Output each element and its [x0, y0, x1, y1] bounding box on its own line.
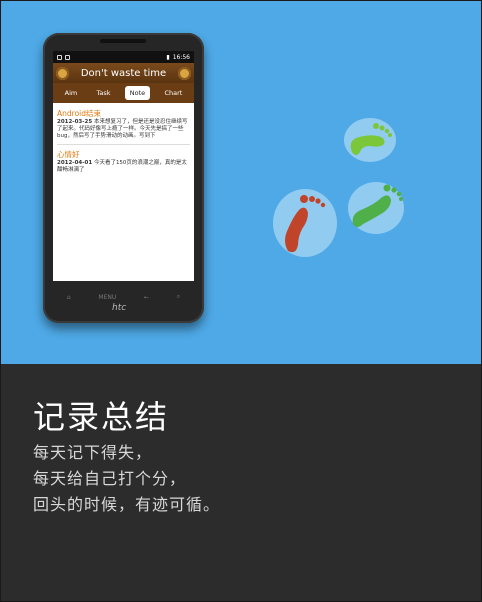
- speaker-grille: [100, 39, 146, 43]
- description-line: 每天记下得失，: [33, 443, 153, 462]
- list-item[interactable]: Android结束 2012-03-25 本来想复习了，但是还是没忍住继续写了起…: [57, 108, 190, 140]
- phone-mockup: ▮ 16:56 Don't waste time Aim Task Note C…: [43, 33, 204, 323]
- signal-icon: ▮: [166, 53, 170, 61]
- description: 每天记下得失， 每天给自己打个分， 回头的时候，有迹可循。: [33, 440, 220, 518]
- phone-screen: ▮ 16:56 Don't waste time Aim Task Note C…: [53, 51, 194, 281]
- status-time: 16:56: [172, 53, 190, 61]
- note-title: 心情好: [57, 150, 80, 159]
- note-body: 2012-04-01 今天看了150页的浪潮之巅，真的是太酣畅淋漓了: [57, 160, 190, 174]
- tab-bar: Aim Task Note Chart: [53, 83, 194, 103]
- description-line: 每天给自己打个分，: [33, 469, 187, 488]
- list-item[interactable]: 心情好 2012-04-01 今天看了150页的浪潮之巅，真的是太酣畅淋漓了: [57, 149, 190, 174]
- phone-brand: htc: [112, 303, 127, 313]
- home-icon[interactable]: ⌂: [67, 294, 71, 301]
- note-title: Android结束: [57, 109, 101, 118]
- divider: [57, 144, 190, 145]
- note-list: Android结束 2012-03-25 本来想复习了，但是还是没忍住继续写了起…: [53, 103, 194, 177]
- notification-icon: [57, 54, 62, 60]
- tab-chart[interactable]: Chart: [159, 86, 187, 100]
- tab-aim[interactable]: Aim: [60, 86, 83, 100]
- tab-note[interactable]: Note: [124, 86, 151, 100]
- app-title: Don't waste time: [80, 67, 167, 79]
- green-footprint-icon: [344, 118, 396, 162]
- app-title-bar: Don't waste time: [53, 63, 194, 83]
- description-line: 回头的时候，有迹可循。: [33, 495, 221, 514]
- note-date: 2012-03-25: [57, 119, 93, 125]
- status-bar: ▮ 16:56: [53, 51, 194, 63]
- headline: 记录总结: [33, 398, 170, 436]
- app-logo-icon[interactable]: [56, 66, 69, 80]
- red-footprint-icon: [273, 189, 337, 257]
- settings-icon[interactable]: [178, 66, 191, 80]
- usb-icon: [65, 54, 70, 60]
- menu-button[interactable]: MENU: [98, 294, 116, 301]
- search-icon[interactable]: ⌕: [177, 293, 180, 301]
- tab-task[interactable]: Task: [91, 86, 115, 100]
- note-body: 2012-03-25 本来想复习了，但是还是没忍住继续写了起来。代码好像写上瘾了…: [57, 119, 190, 140]
- note-date: 2012-04-01: [57, 160, 93, 166]
- back-icon[interactable]: ←: [144, 294, 149, 301]
- green-footprint-2-icon: [348, 182, 404, 234]
